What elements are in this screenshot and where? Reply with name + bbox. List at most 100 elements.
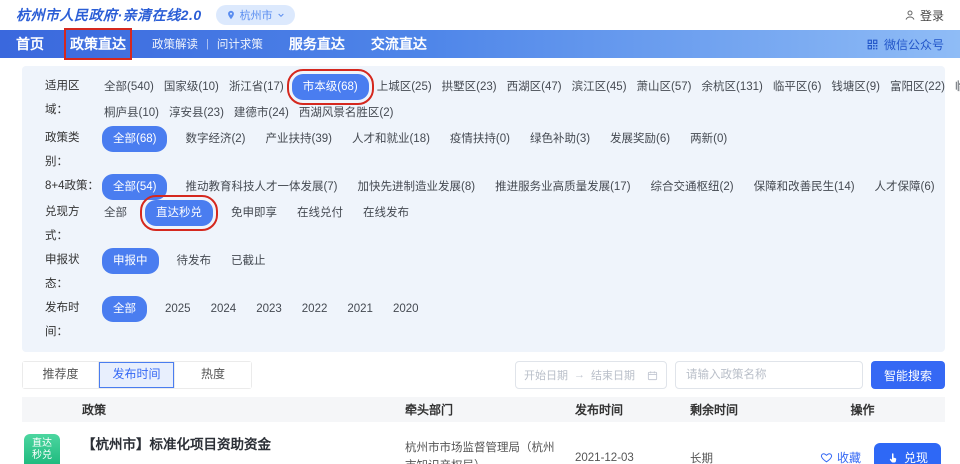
filter-label: 适用区域： [45, 80, 80, 116]
filter-option[interactable]: 桐庐县(10) [102, 100, 161, 126]
header-remaining-time: 剩余时间 [690, 403, 739, 417]
filter-option[interactable]: 钱塘区(9) [829, 74, 882, 100]
city-selector[interactable]: 杭州市 [215, 5, 295, 25]
filter-option[interactable]: 市本级(68) [286, 69, 374, 105]
tab-recommendation[interactable]: 推荐度 [23, 362, 99, 388]
filter-option[interactable]: 临安区(21) [953, 74, 960, 100]
tab-publish-time[interactable]: 发布时间 [99, 362, 175, 388]
smart-search-button[interactable]: 智能搜索 [870, 361, 945, 389]
sort-search-toolbar: 推荐度 发布时间 热度 开始日期 → 结束日期 智能搜索 [22, 361, 945, 389]
filter-option[interactable]: 申报中 [102, 248, 159, 274]
nav-policy-interpretation[interactable]: 政策解读 [152, 36, 198, 52]
filter-options-block: 全部(540) 国家级(10) 浙江省(17) 市本级(68) 上城区(25) 拱墅区(2… [102, 69, 960, 126]
filter-panel: 适用区域： 全部(540) 国家级(10) 浙江省(17) 市本级(68) 上城区(25… [22, 66, 960, 352]
favorite-label: 收藏 [836, 451, 861, 464]
filter-options-line: 全部(540) 国家级(10) 浙江省(17) 市本级(68) 上城区(25) 拱墅区(2… [102, 69, 960, 105]
wechat-official-account-link[interactable]: 微信公众号 [866, 36, 944, 53]
filter-option[interactable]: 富阳区(22) [888, 74, 947, 100]
filter-option[interactable]: 产业扶持(39) [264, 126, 334, 152]
nav-exchange-direct[interactable]: 交流直达 [371, 34, 427, 54]
filter-option[interactable]: 全部(68) [102, 126, 168, 152]
policy-table: 政策 牵头部门 发布时间 剩余时间 操作 直达 秒兑 【杭州市】标准化项目资助资… [22, 397, 945, 464]
filter-option[interactable]: 推动教育科技人才一体发展(7) [183, 174, 339, 200]
filter-option[interactable]: 全部 [102, 296, 147, 322]
filter-option[interactable]: 加快先进制造业发展(8) [356, 174, 478, 200]
filter-options-line: 全部(68) 数字经济(2) 产业扶持(39) 人才和就业(18) 疫情扶持(0) 绿色补… [102, 126, 929, 152]
city-name: 杭州市 [239, 10, 273, 22]
filter-row-publish-time: 发布时间： 全部 2025 2024 2023 2022 2021 2020 [45, 296, 929, 344]
policy-row: 直达 秒兑 【杭州市】标准化项目资助资金 兑现记录 882 浏览 [22, 422, 945, 464]
filter-option[interactable]: 已截止 [229, 248, 268, 274]
nav-divider: | [206, 38, 209, 50]
filter-option[interactable]: 2022 [300, 296, 330, 322]
filter-option[interactable]: 免申即享 [229, 200, 279, 226]
filter-options-line: 全部(54) 推动教育科技人才一体发展(7) 加快先进制造业发展(8) 推进服务业高质… [102, 174, 935, 200]
filter-option[interactable]: 国家级(10) [162, 74, 221, 100]
filter-option[interactable]: 待发布 [175, 248, 214, 274]
filter-label: 申报状态： [45, 254, 80, 290]
header-lead-department: 牵头部门 [405, 403, 454, 417]
header-actions: 操作 [850, 403, 875, 417]
filter-option[interactable]: 淳安县(23) [167, 100, 226, 126]
filter-option[interactable]: 人才保障(6) [873, 174, 937, 200]
favorite-button[interactable]: 收藏 [820, 449, 861, 464]
row-actions: 收藏 兑现 [780, 443, 945, 464]
filter-option[interactable]: 保障和改善民生(14) [752, 174, 857, 200]
nav-ask-for-policy[interactable]: 问计求策 [217, 36, 263, 52]
filter-option[interactable]: 建德市(24) [232, 100, 291, 126]
lead-department: 杭州市市场监督管理局（杭州市知识产权局） [405, 441, 555, 464]
filter-option[interactable]: 浙江省(17) [227, 74, 286, 100]
filter-row-84policy: 8+4政策： 全部(54) 推动教育科技人才一体发展(7) 加快先进制造业发展(8)… [45, 174, 935, 200]
site-logo: 杭州市人民政府·亲清在线2.0 [16, 7, 202, 23]
login-label: 登录 [919, 8, 944, 23]
filter-option[interactable]: 临平区(6) [771, 74, 824, 100]
filter-option[interactable]: 数字经济(2) [183, 126, 247, 152]
filter-option[interactable]: 2023 [254, 296, 284, 322]
filter-option[interactable]: 余杭区(131) [699, 74, 764, 100]
tap-hand-icon [889, 452, 897, 462]
filter-option[interactable]: 综合交通枢纽(2) [649, 174, 736, 200]
filter-option[interactable]: 在线兑付 [295, 200, 345, 226]
nav-home[interactable]: 首页 [16, 34, 44, 54]
filter-option[interactable]: 全部(54) [102, 174, 168, 200]
filter-option[interactable]: 发展奖励(6) [608, 126, 672, 152]
table-header: 政策 牵头部门 发布时间 剩余时间 操作 [22, 397, 945, 422]
filter-option[interactable]: 全部 [102, 200, 129, 226]
filter-option[interactable]: 上城区(25) [375, 74, 434, 100]
filter-option[interactable]: 西湖区(47) [505, 74, 564, 100]
filter-option[interactable]: 滨江区(45) [570, 74, 629, 100]
remaining-time: 长期 [690, 452, 713, 464]
filter-options-line: 全部 2025 2024 2023 2022 2021 2020 [102, 296, 929, 322]
nav-policy-direct[interactable]: 政策直达 [64, 28, 132, 60]
filter-option[interactable]: 推进服务业高质量发展(17) [493, 174, 632, 200]
filter-option[interactable]: 2024 [209, 296, 239, 322]
nav-sub-group: 政策解读 | 问计求策 [152, 36, 263, 52]
chevron-down-icon [277, 13, 284, 18]
filter-option[interactable]: 2021 [345, 296, 375, 322]
main-nav: 首页 政策直达 政策解读 | 问计求策 服务直达 交流直达 微信公众号 [0, 28, 960, 60]
filter-option[interactable]: 西湖风景名胜区(2) [297, 100, 396, 126]
badge-text: 直达 [32, 437, 52, 449]
redeem-button[interactable]: 兑现 [873, 443, 941, 464]
filter-option[interactable]: 两新(0) [688, 126, 729, 152]
calendar-icon [647, 370, 658, 380]
filter-option[interactable]: 人才和就业(18) [350, 126, 432, 152]
policy-title-link[interactable]: 【杭州市】标准化项目资助资金 [82, 433, 271, 453]
filter-option[interactable]: 直达秒兑 [140, 195, 218, 231]
instant-redeem-badge: 直达 秒兑 [24, 434, 60, 464]
filter-option[interactable]: 绿色补助(3) [528, 126, 592, 152]
filter-option[interactable]: 全部(540) [102, 74, 156, 100]
filter-option[interactable]: 2025 [163, 296, 193, 322]
filter-option[interactable]: 疫情扶持(0) [448, 126, 512, 152]
sort-tabs: 推荐度 发布时间 热度 [22, 361, 252, 389]
login-button[interactable]: 登录 [904, 7, 944, 24]
filter-option[interactable]: 2020 [391, 296, 421, 322]
policy-search-input[interactable] [674, 361, 863, 389]
tab-popularity[interactable]: 热度 [175, 362, 251, 388]
date-range-picker[interactable]: 开始日期 → 结束日期 [514, 361, 667, 389]
location-pin-icon [227, 10, 234, 20]
filter-option[interactable]: 在线发布 [361, 200, 411, 226]
filter-option[interactable]: 萧山区(57) [635, 74, 694, 100]
nav-service-direct[interactable]: 服务直达 [289, 34, 345, 54]
filter-option[interactable]: 拱墅区(23) [440, 74, 499, 100]
